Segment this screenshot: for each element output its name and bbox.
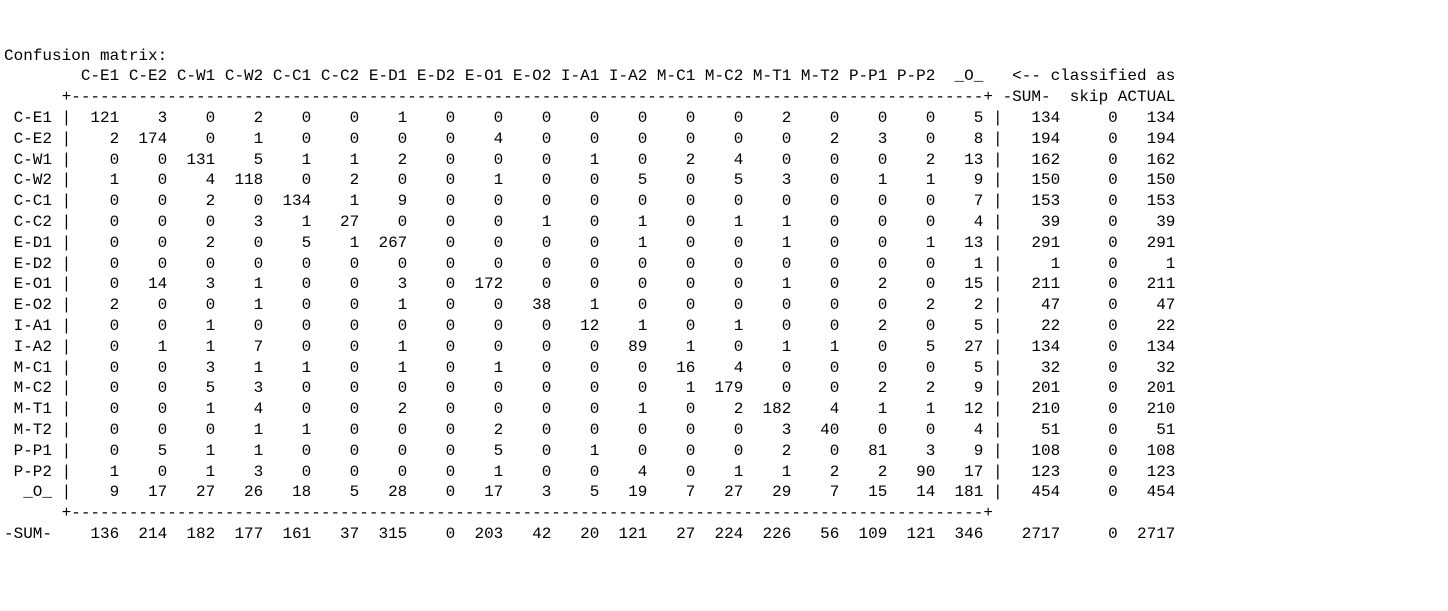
confusion-matrix-text: Confusion matrix: C-E1 C-E2 C-W1 C-W2 C-…	[4, 46, 1444, 545]
